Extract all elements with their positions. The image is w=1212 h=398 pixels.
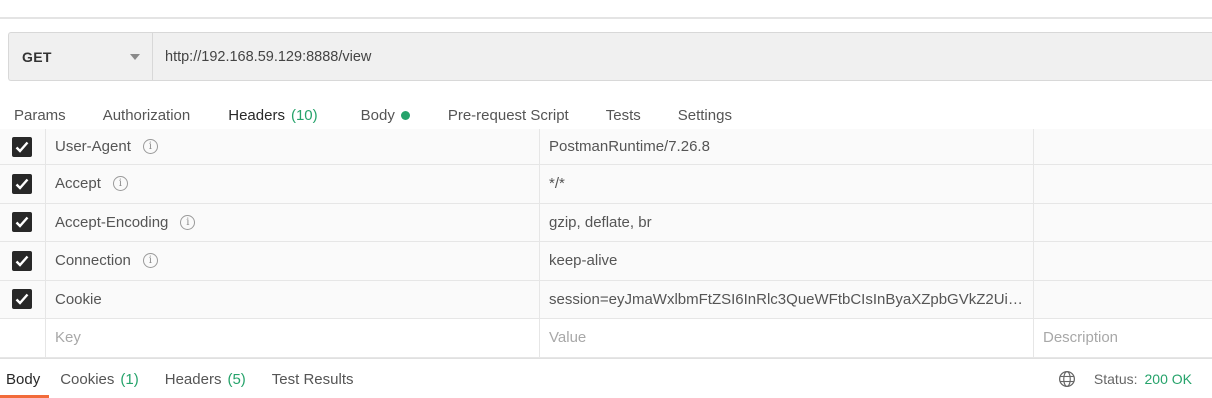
check-icon bbox=[15, 216, 29, 229]
tab-label: Cookies bbox=[60, 370, 115, 388]
response-status: Status: 200 OK bbox=[1058, 360, 1192, 398]
header-key[interactable]: User-Agent i bbox=[46, 129, 540, 164]
header-checkbox[interactable] bbox=[12, 250, 32, 271]
tab-label: Test Results bbox=[271, 370, 354, 388]
header-key[interactable]: Accept i bbox=[46, 165, 540, 203]
header-key-text: Connection bbox=[55, 252, 131, 270]
new-header-row: Key Value Description bbox=[0, 319, 1212, 358]
table-row: Accept i */* bbox=[0, 165, 1212, 204]
check-cell bbox=[0, 319, 46, 357]
status-code: 200 OK bbox=[1144, 371, 1192, 387]
tab-label: Authorization bbox=[102, 106, 191, 124]
headers-table: User-Agent i PostmanRuntime/7.26.8 Accep… bbox=[0, 129, 1212, 358]
table-row: Connection i keep-alive bbox=[0, 242, 1212, 281]
chevron-down-icon bbox=[130, 53, 140, 60]
top-divider bbox=[0, 17, 1212, 19]
table-row: User-Agent i PostmanRuntime/7.26.8 bbox=[0, 129, 1212, 165]
globe-icon[interactable] bbox=[1058, 370, 1076, 388]
header-description[interactable] bbox=[1034, 281, 1212, 319]
header-checkbox[interactable] bbox=[12, 289, 32, 310]
request-bar: GET http://192.168.59.129:8888/view bbox=[8, 32, 1212, 81]
header-key-text: Accept-Encoding bbox=[55, 213, 169, 231]
new-description-input[interactable]: Description bbox=[1034, 319, 1212, 357]
header-checkbox[interactable] bbox=[12, 173, 32, 194]
header-value[interactable]: keep-alive bbox=[540, 242, 1034, 280]
tab-label: Params bbox=[14, 106, 66, 124]
response-tab-test-results[interactable]: Test Results bbox=[272, 360, 354, 398]
method-select[interactable]: GET bbox=[8, 32, 152, 81]
check-cell bbox=[0, 165, 46, 203]
check-icon bbox=[15, 141, 29, 153]
tab-count: (5) bbox=[227, 370, 246, 388]
new-value-input[interactable]: Value bbox=[540, 319, 1034, 357]
header-key-text: Accept bbox=[55, 175, 101, 193]
response-divider bbox=[0, 358, 1212, 359]
check-cell bbox=[0, 280, 46, 318]
method-label: GET bbox=[22, 48, 52, 65]
check-cell bbox=[0, 129, 46, 164]
header-checkbox[interactable] bbox=[12, 136, 32, 157]
header-description[interactable] bbox=[1034, 165, 1212, 203]
check-cell bbox=[0, 242, 46, 280]
tab-count: (10) bbox=[290, 106, 318, 124]
header-description[interactable] bbox=[1034, 204, 1212, 242]
header-key[interactable]: Accept-Encoding i bbox=[46, 203, 540, 241]
response-tab-headers[interactable]: Headers (5) bbox=[165, 360, 246, 398]
info-icon[interactable]: i bbox=[142, 139, 158, 154]
header-value[interactable]: gzip, deflate, br bbox=[540, 203, 1034, 241]
modified-dot-icon bbox=[400, 110, 410, 120]
header-checkbox[interactable] bbox=[12, 212, 32, 233]
tab-label: Settings bbox=[677, 106, 732, 124]
header-key[interactable]: Cookie bbox=[46, 280, 540, 318]
response-tab-cookies[interactable]: Cookies (1) bbox=[60, 360, 139, 398]
info-icon[interactable]: i bbox=[180, 214, 196, 230]
tab-label: Headers bbox=[164, 370, 222, 388]
tab-label: Tests bbox=[605, 106, 641, 124]
table-row: Accept-Encoding i gzip, deflate, br bbox=[0, 203, 1212, 242]
tab-label: Body bbox=[360, 106, 395, 124]
info-icon[interactable]: i bbox=[112, 176, 128, 192]
tab-count: (1) bbox=[120, 370, 139, 388]
status-label: Status: bbox=[1093, 371, 1138, 387]
header-description[interactable] bbox=[1034, 242, 1212, 280]
url-input[interactable]: http://192.168.59.129:8888/view bbox=[152, 32, 1212, 81]
header-description[interactable] bbox=[1034, 129, 1212, 164]
header-value[interactable]: PostmanRuntime/7.26.8 bbox=[540, 129, 1034, 164]
tab-label: Body bbox=[6, 370, 41, 388]
new-key-input[interactable]: Key bbox=[46, 319, 540, 357]
header-value[interactable]: */* bbox=[540, 165, 1034, 203]
check-icon bbox=[15, 293, 29, 306]
header-value[interactable]: session=eyJmaWxlbmFtZSI6InRlc3QueWFtbCIs… bbox=[540, 280, 1034, 318]
header-key-text: Cookie bbox=[55, 290, 102, 308]
info-icon[interactable]: i bbox=[142, 253, 158, 269]
tab-label: Headers bbox=[228, 106, 285, 124]
response-tabs: Body Cookies (1) Headers (5) Test Result… bbox=[0, 360, 1212, 398]
check-cell bbox=[0, 203, 46, 241]
check-icon bbox=[15, 255, 29, 267]
header-key[interactable]: Connection i bbox=[46, 242, 540, 280]
response-tab-body[interactable]: Body bbox=[0, 360, 50, 398]
header-key-text: User-Agent bbox=[55, 138, 131, 155]
check-icon bbox=[15, 178, 29, 190]
tab-label: Pre-request Script bbox=[447, 106, 569, 124]
table-row: Cookie session=eyJmaWxlbmFtZSI6InRlc3Que… bbox=[0, 280, 1212, 319]
